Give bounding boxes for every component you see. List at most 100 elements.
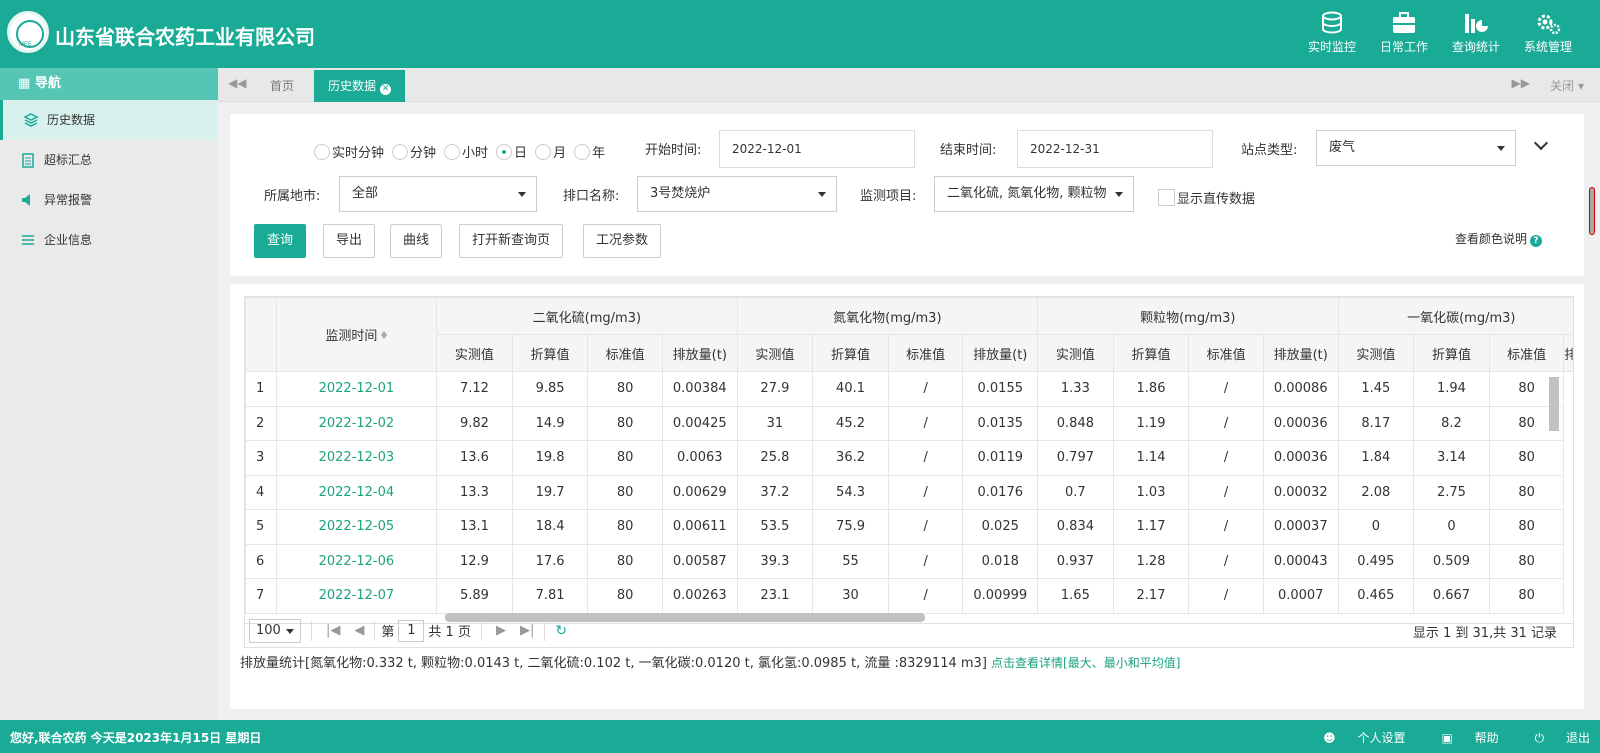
table-row[interactable]: 3 2022-12-03 13.6 19.8 80 0.0063 25.8 36.2/0.01… [245,440,1574,476]
tab-home[interactable]: 首页 [258,70,306,102]
divider [544,620,546,641]
sort-icon[interactable] [381,331,388,339]
table-cell: 0.0063 [661,440,738,476]
operating-params-button[interactable]: 工况参数 [583,224,662,258]
table-row[interactable]: 4 2022-12-04 13.3 19.7 80 0.00629 37.2 54.3/0.0… [245,474,1574,510]
chevron-down-icon [1497,146,1505,151]
view-details-link[interactable]: 点击查看详情[最大、最小和平均值] [991,656,1180,670]
help-link[interactable]: ▣ 帮助 [1423,729,1498,746]
table-cell: 9.82 [436,405,513,441]
monitor-time-header[interactable]: 监测时间 [275,297,438,372]
table-row[interactable]: 6 2022-12-06 12.9 17.6 80 0.00587 39.3 55/0.018… [245,543,1574,579]
table-cell: 45.2 [812,405,889,441]
open-new-query-button[interactable]: 打开新查询页 [459,224,564,258]
tab-scroll-right-icon[interactable]: ▶▶ [1512,76,1530,90]
table-cell: 0.00036 [1262,440,1339,476]
page-number-input[interactable]: 1 [398,619,425,642]
subheader-cell: 标准值 [587,334,663,372]
outlet-name-select[interactable]: 3号焚烧炉 [637,176,837,212]
table-cell: 3.14 [1413,440,1490,476]
table-cell: 0.025 [962,509,1039,545]
row-index: 3 [245,440,277,476]
monitor-item-select[interactable]: 二氧化硫, 氮氧化物, 颗粒物 [934,176,1134,212]
first-page-icon[interactable]: |◀ [326,623,340,638]
radio-day[interactable]: 日 [496,142,527,161]
table-row[interactable]: 1 2022-12-01 7.12 9.85 80 0.00384 27.9 40.1/0.0… [245,371,1574,407]
sidebar-item-company-info[interactable]: 企业信息 [0,220,218,260]
nav-query-stats[interactable]: 查询统计 [1440,10,1512,55]
question-icon: ? [1530,235,1542,247]
site-type-select[interactable]: 废气 [1316,130,1516,166]
top-header: 山东省联合农药工业有限公司 实时监控 日常工作 查询统计 系统管理 [0,0,1600,68]
user-icon: ☻ [1323,731,1336,745]
table-cell: / [1188,474,1264,510]
table-cell: 23.1 [736,578,814,614]
subheader-cell: 实测值 [1037,334,1114,372]
refresh-icon[interactable]: ↻ [555,623,567,639]
next-page-icon[interactable]: ▶ [496,623,506,638]
row-index: 7 [245,578,277,614]
group-header-pm: 颗粒物(mg/m3) [1037,297,1339,335]
color-help-link[interactable]: 查看颜色说明? [1455,230,1542,247]
select-value: 全部 [352,186,379,201]
last-page-icon[interactable]: ▶| [520,623,534,638]
data-table-panel: 监测时间 二氧化硫(mg/m3) 氮氧化物(mg/m3) 颗粒物(mg/m3) … [230,284,1584,709]
nav-daily-work[interactable]: 日常工作 [1368,10,1440,55]
table-cell: 0.00036 [1262,405,1339,441]
show-direct-data-checkbox[interactable]: 显示直传数据 [1158,188,1255,207]
power-icon: ⏻ [1534,731,1545,745]
tab-label: 历史数据 [328,79,377,93]
page-scrollbar[interactable] [1589,187,1595,235]
sidebar-item-abnormal-alarm[interactable]: 异常报警 [0,180,218,220]
logout-link[interactable]: ⏻ 退出 [1517,729,1590,746]
emission-stats-text: 排放量统计[氮氧化物:0.332 t, 颗粒物:0.0143 t, 二氧化硫:0… [240,656,987,671]
nav-realtime-monitor[interactable]: 实时监控 [1296,10,1368,55]
close-tab-icon[interactable]: ✕ [380,84,392,95]
table-cell: 53.5 [736,509,814,545]
tab-history-data[interactable]: 历史数据 ✕ [314,70,406,102]
radio-month[interactable]: 月 [535,142,566,161]
table-cell: 36.2 [812,440,889,476]
sidebar-item-exceed-summary[interactable]: 超标汇总 [0,140,218,180]
radio-circle [496,143,513,160]
subheader-cell: 标准值 [1188,334,1264,372]
prev-page-icon[interactable]: ◀ [354,623,364,638]
radio-year[interactable]: 年 [574,142,605,161]
row-date: 2022-12-01 [275,371,438,407]
table-cell: 9.85 [511,371,589,407]
curve-button[interactable]: 曲线 [390,224,443,258]
city-select[interactable]: 全部 [339,176,537,212]
table-row[interactable]: 2 2022-12-02 9.82 14.9 80 0.00425 31 45.2/0.013… [245,405,1574,441]
table-cell: 25.8 [736,440,814,476]
sidebar-item-history-data[interactable]: 历史数据 [0,100,218,140]
vertical-scrollbar[interactable] [1549,377,1559,431]
page-size-select[interactable]: 100 [249,618,301,643]
table-cell: 80 [1488,578,1565,614]
footer-links: ☻ 个人设置 ▣ 帮助 ⏻ 退出 [1287,729,1590,746]
radio-minute[interactable]: 分钟 [392,142,436,161]
page-total: 共 1 页 [428,625,471,640]
sidebar-item-label: 异常报警 [44,193,93,207]
start-time-input[interactable]: 2022-12-01 [719,130,915,168]
query-button[interactable]: 查询 [254,224,307,258]
nav-system-admin[interactable]: 系统管理 [1512,10,1584,55]
table-row[interactable]: 7 2022-12-07 5.89 7.81 80 0.00263 23.1 30/0.009… [245,578,1574,614]
radio-realtime-minute[interactable]: 实时分钟 [314,142,384,161]
export-button[interactable]: 导出 [323,224,376,258]
tab-close-menu[interactable]: 关闭 ▾ [1550,77,1584,94]
subheader-cell: 排放量(t) [1262,334,1339,372]
row-date: 2022-12-02 [275,405,438,441]
table-cell: 1.33 [1037,371,1114,407]
radio-hour[interactable]: 小时 [444,142,488,161]
table-cell: 0.00086 [1262,371,1339,407]
collapse-panel-icon[interactable] [1533,135,1549,151]
sidebar-item-label: 企业信息 [44,233,93,247]
table-cell: 19.7 [511,474,589,510]
link-label: 帮助 [1474,731,1499,745]
table-cell: / [887,371,964,407]
table-cell: 19.8 [511,440,589,476]
personal-settings-link[interactable]: ☻ 个人设置 [1305,729,1405,746]
end-time-input[interactable]: 2022-12-31 [1017,130,1213,168]
tab-scroll-left-icon[interactable]: ◀◀ [228,76,246,90]
table-row[interactable]: 5 2022-12-05 13.1 18.4 80 0.00611 53.5 75.9/0.0… [245,509,1574,545]
